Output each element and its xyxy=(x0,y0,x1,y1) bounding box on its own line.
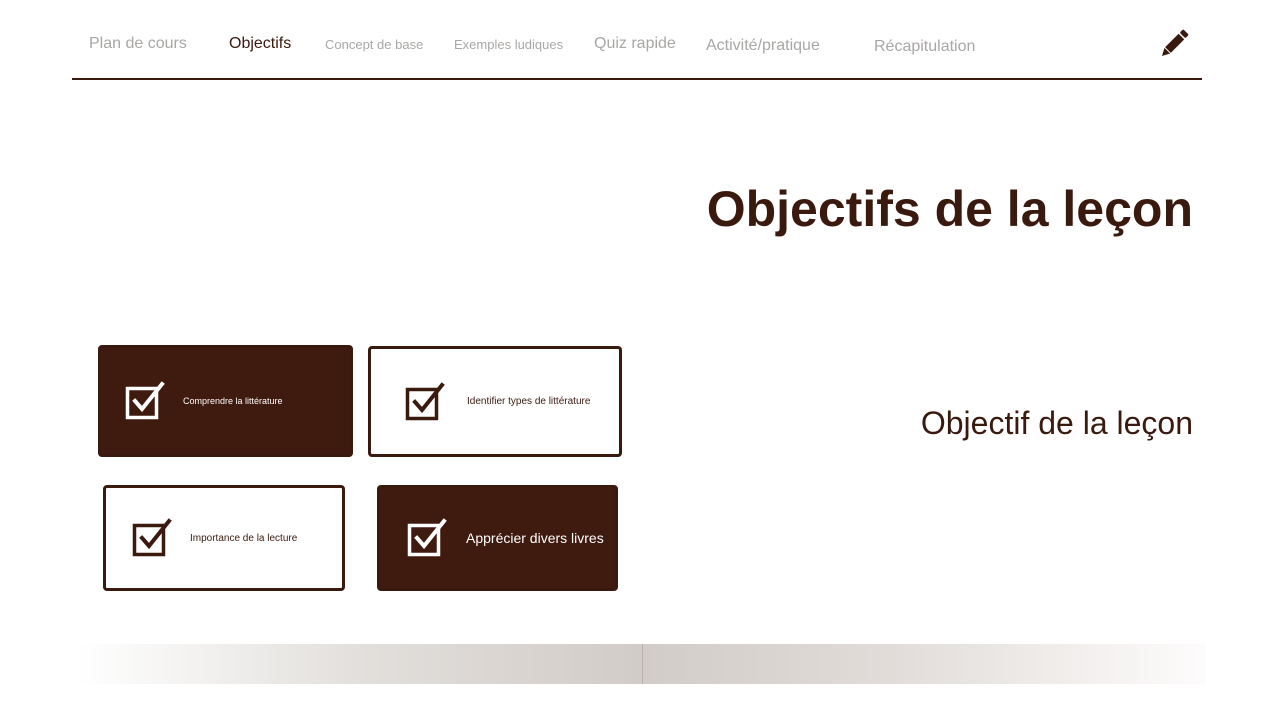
objective-card-comprendre[interactable]: Comprendre la littérature xyxy=(98,345,353,457)
checkbox-checked-icon xyxy=(125,381,165,420)
page-title: Objectifs de la leçon xyxy=(706,181,1193,237)
tab-quiz-rapide[interactable]: Quiz rapide xyxy=(594,36,676,52)
objective-card-apprecier[interactable]: Apprécier divers livres xyxy=(377,485,618,591)
tab-recapitulation[interactable]: Récapitulation xyxy=(874,39,975,55)
tab-activite-pratique[interactable]: Activité/pratique xyxy=(706,38,820,54)
objective-card-identifier[interactable]: Identifier types de littérature xyxy=(368,346,622,457)
objective-card-importance[interactable]: Importance de la lecture xyxy=(103,485,345,591)
objective-label: Apprécier divers livres xyxy=(466,530,604,546)
top-navigation: Plan de cours Objectifs Concept de base … xyxy=(72,0,1202,80)
checkbox-checked-icon xyxy=(132,518,172,557)
objective-label: Identifier types de littérature xyxy=(467,396,591,407)
pencil-icon xyxy=(1161,29,1189,57)
section-subtitle: Objectif de la leçon xyxy=(920,405,1193,441)
checkbox-checked-icon xyxy=(407,518,447,557)
objective-label: Importance de la lecture xyxy=(190,532,298,544)
checkbox-checked-icon xyxy=(405,381,445,420)
tab-exemples-ludiques[interactable]: Exemples ludiques xyxy=(454,38,563,51)
band-divider xyxy=(642,644,643,684)
objective-label: Comprendre la littérature xyxy=(183,396,283,406)
tab-plan-de-cours[interactable]: Plan de cours xyxy=(89,36,187,52)
edit-button[interactable] xyxy=(1156,26,1192,62)
tab-concept-de-base[interactable]: Concept de base xyxy=(325,38,423,51)
tab-objectifs[interactable]: Objectifs xyxy=(229,36,291,52)
